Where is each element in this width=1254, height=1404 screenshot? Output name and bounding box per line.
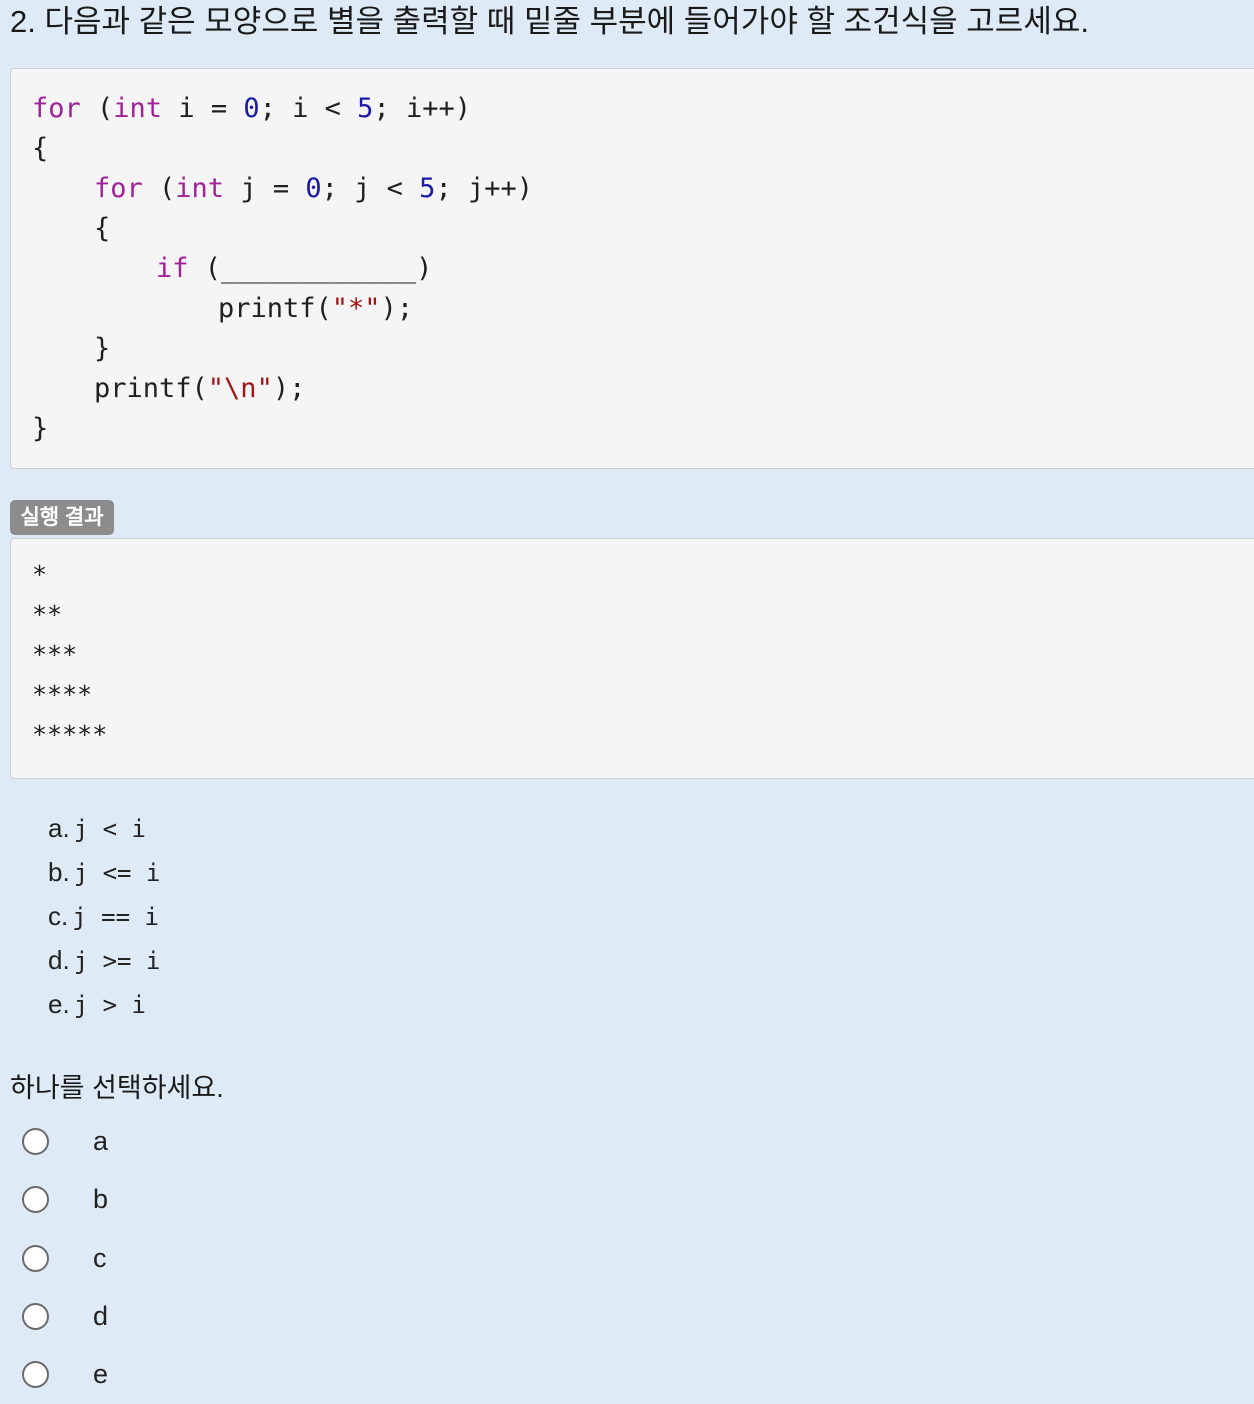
code-keyword: for [94, 173, 143, 204]
option-c[interactable]: c [20, 1238, 220, 1278]
code-number: 5 [357, 93, 374, 124]
code-block: for (int i = 0; i < 5; i++) { for (int j… [10, 68, 1254, 469]
answer-letter: c. [48, 901, 69, 931]
code-text: ); [272, 373, 306, 404]
answer-item-e: e. j > i [48, 982, 160, 1026]
output-line: *** [32, 640, 78, 669]
code-line: printf("*"); [218, 289, 413, 329]
code-string: "\n" [207, 373, 273, 404]
code-number: 0 [305, 173, 322, 204]
answer-letter: d. [48, 945, 70, 975]
radio-button-e[interactable] [22, 1361, 49, 1388]
output-line: ***** [32, 720, 108, 749]
option-label-e[interactable]: e [93, 1354, 108, 1394]
answer-item-d: d. j >= i [48, 938, 160, 982]
code-text: printf( [218, 293, 332, 324]
option-label-a[interactable]: a [93, 1121, 108, 1161]
answer-expression: j == i [72, 903, 159, 931]
option-label-c[interactable]: c [93, 1238, 107, 1278]
output-block: * ** *** **** ***** [10, 538, 1254, 779]
answer-letter: b. [48, 857, 70, 887]
code-keyword: int [113, 93, 163, 124]
code-line: if (____________) [156, 249, 432, 289]
option-label-b[interactable]: b [93, 1179, 108, 1219]
answer-list: a. j < i b. j <= i c. j == i d. j >= i e. j >… [48, 806, 160, 1026]
answer-expression: j <= i [73, 859, 161, 887]
code-text: ; j++) [435, 173, 533, 204]
radio-button-b[interactable] [22, 1186, 49, 1213]
select-prompt: 하나를 선택하세요. [10, 1073, 224, 1103]
code-line: } [32, 413, 49, 444]
option-label-d[interactable]: d [93, 1296, 108, 1336]
answer-expression: j > i [73, 991, 146, 1019]
code-line: } [94, 333, 111, 364]
option-d[interactable]: d [20, 1296, 220, 1336]
code-string: "*" [331, 293, 381, 324]
code-text: ); [380, 293, 414, 324]
code-text: ; i++) [373, 93, 471, 124]
code-text: ; i < [259, 93, 358, 124]
code-keyword: for [32, 93, 81, 124]
answer-item-c: c. j == i [48, 894, 160, 938]
answer-item-a: a. j < i [48, 806, 160, 850]
code-keyword: if [156, 253, 189, 284]
code-number: 0 [243, 93, 260, 124]
answer-letter: a. [48, 813, 70, 843]
question-title: 2. 다음과 같은 모양으로 별을 출력할 때 밑줄 부분에 들어가야 할 조건… [10, 4, 1089, 39]
answer-letter: e. [48, 989, 70, 1019]
code-text: ( [142, 173, 176, 204]
code-text: ( [80, 93, 114, 124]
answer-expression: j < i [73, 815, 146, 843]
option-a[interactable]: a [20, 1121, 220, 1161]
code-line: { [32, 133, 49, 164]
code-text: ; j < [321, 173, 420, 204]
radio-button-c[interactable] [22, 1245, 49, 1272]
option-e[interactable]: e [20, 1354, 220, 1394]
option-b[interactable]: b [20, 1179, 220, 1219]
code-text: i = [162, 93, 244, 124]
code-line: for (int j = 0; j < 5; j++) [94, 169, 533, 209]
output-line: ** [32, 600, 63, 629]
code-blank: (____________) [188, 253, 433, 284]
output-line: **** [32, 680, 93, 709]
code-line: for (int i = 0; i < 5; i++) [32, 89, 471, 129]
code-keyword: int [175, 173, 225, 204]
code-text: printf( [94, 373, 208, 404]
result-badge: 실행 결과 [10, 500, 114, 535]
radio-button-a[interactable] [22, 1128, 49, 1155]
code-line: printf("\n"); [94, 369, 305, 409]
code-number: 5 [419, 173, 436, 204]
answer-expression: j >= i [73, 947, 161, 975]
code-text: j = [224, 173, 306, 204]
output-line: * [32, 560, 48, 589]
code-line: { [94, 213, 111, 244]
radio-button-d[interactable] [22, 1303, 49, 1330]
answer-item-b: b. j <= i [48, 850, 160, 894]
